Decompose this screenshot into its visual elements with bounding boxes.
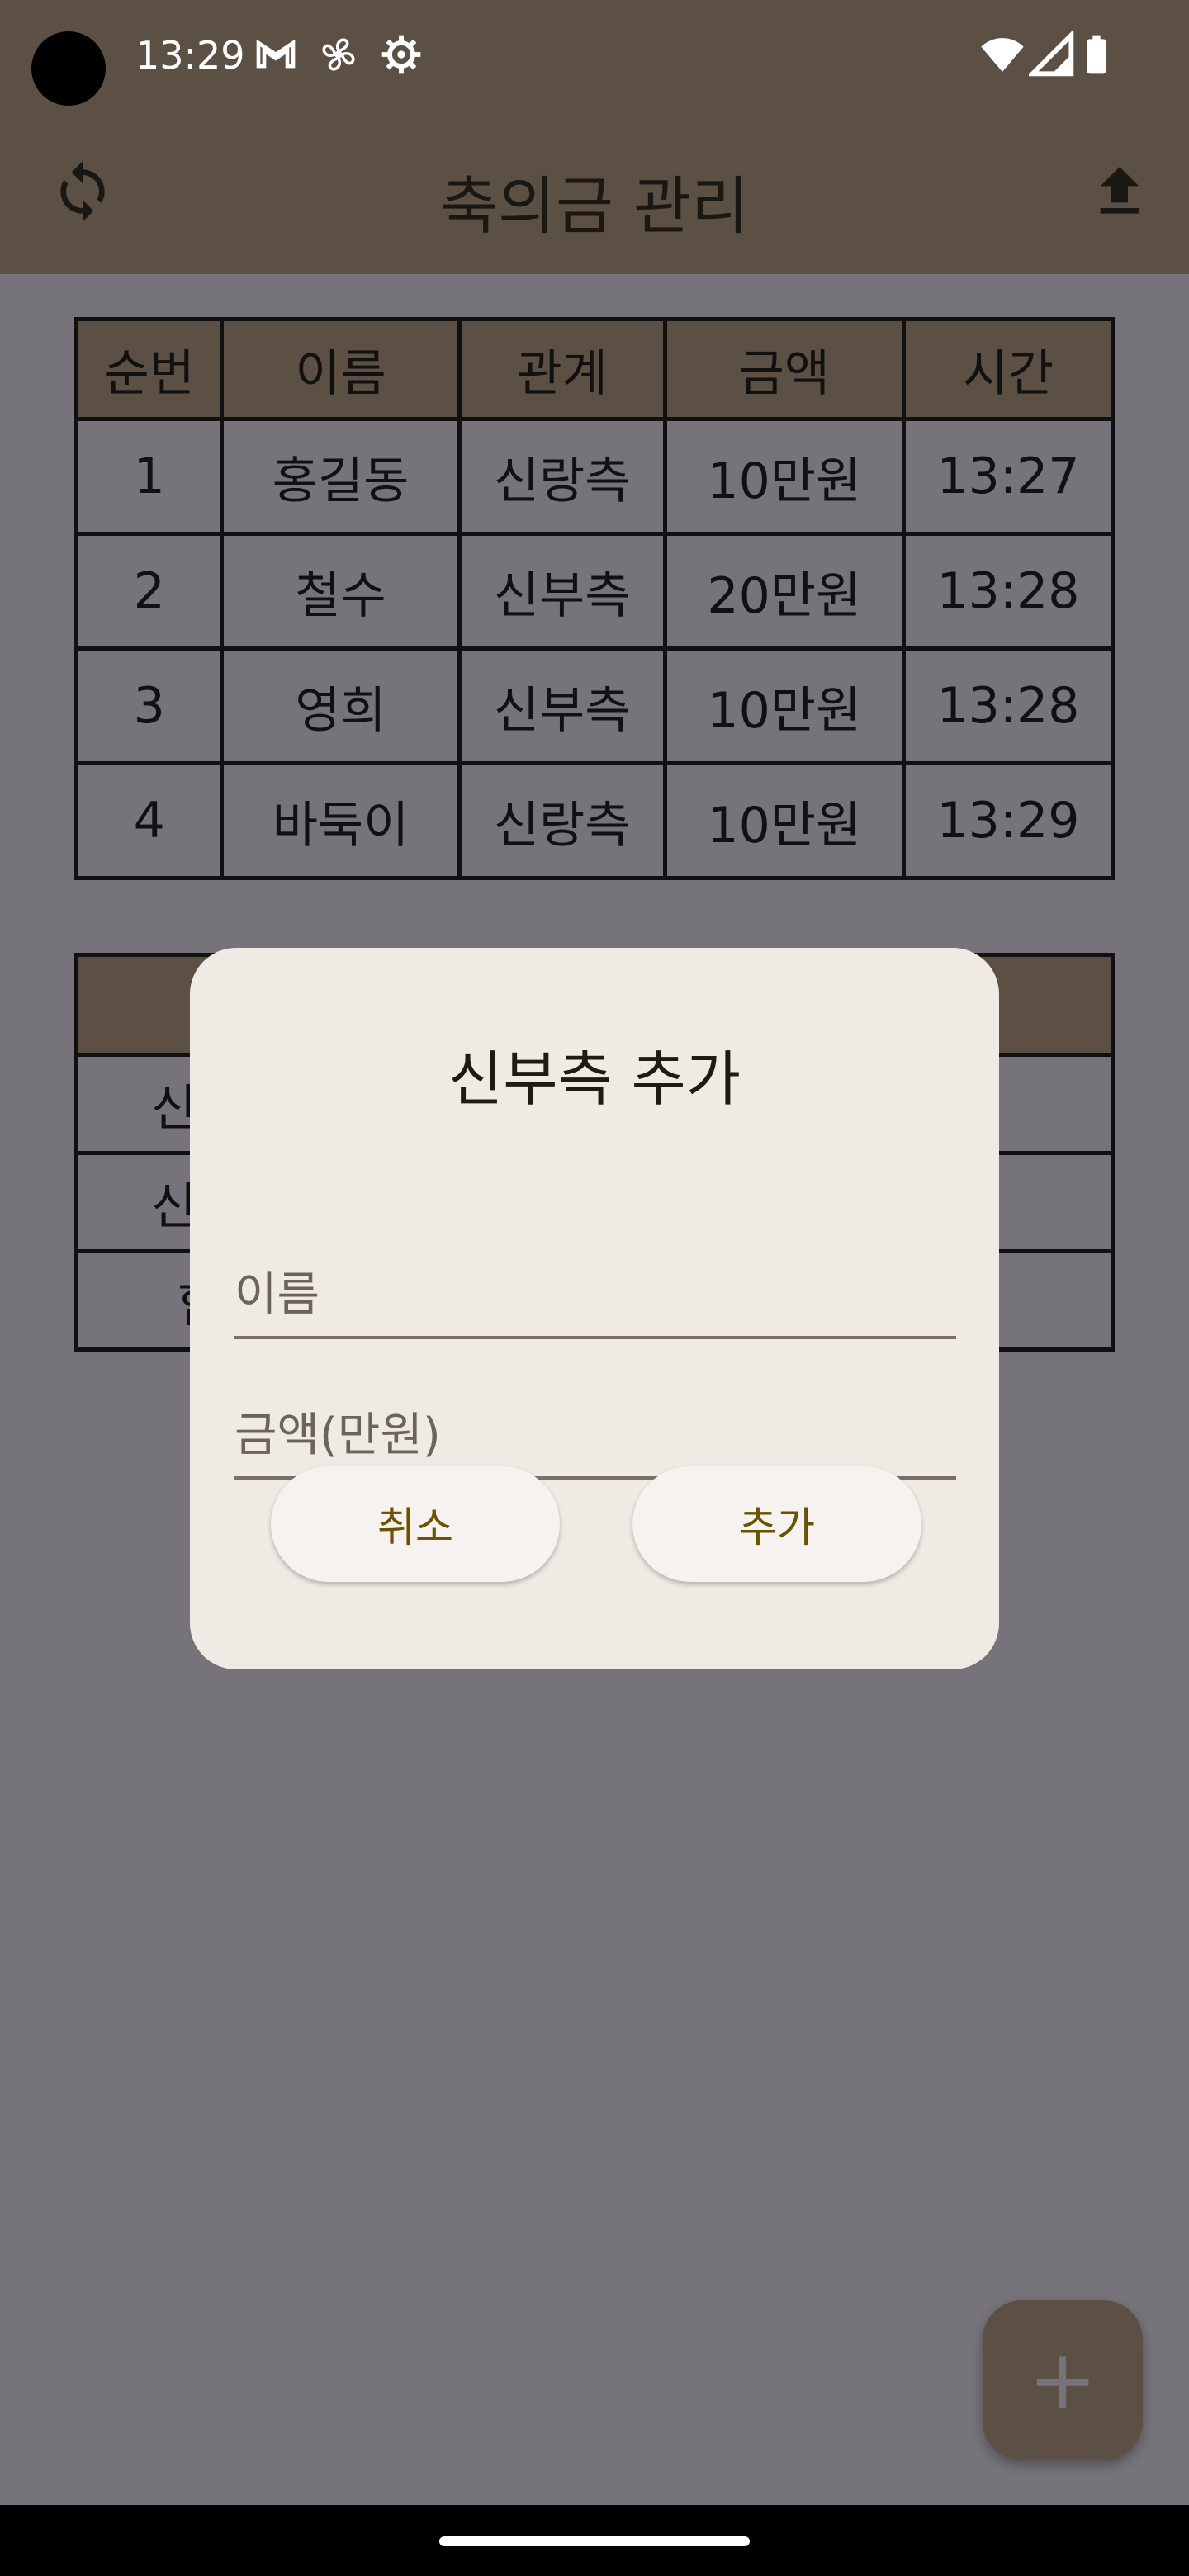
cell-relation: 신부측 [457, 646, 667, 765]
cell-amount: 10만원 [662, 646, 906, 765]
table-row[interactable]: 1 홍길동 신랑측 10만원 13:27 [73, 417, 1116, 536]
status-bar: 13:29 [0, 0, 1189, 116]
gmail-icon [256, 39, 296, 69]
table-row[interactable]: 3 영희 신부측 10만원 13:28 [73, 646, 1116, 765]
cell-number: 2 [73, 532, 225, 651]
status-time: 13:29 [135, 33, 245, 78]
settings-icon [381, 35, 421, 74]
cell-number: 3 [73, 646, 225, 765]
cell-time: 13:28 [901, 532, 1116, 651]
cell-name: 홍길동 [220, 417, 462, 536]
name-field [234, 1253, 956, 1339]
header-cell-relation: 관계 [457, 317, 667, 421]
cell-relation: 신랑측 [457, 761, 667, 880]
home-handle[interactable] [439, 2536, 750, 2546]
table-header-row: 순번 이름 관계 금액 시간 [73, 317, 1116, 421]
app-bar: 축의금 관리 [0, 116, 1189, 274]
cell-amount: 10만원 [662, 761, 906, 880]
cell-amount: 20만원 [662, 532, 906, 651]
table-row[interactable]: 2 철수 신부측 20만원 13:28 [73, 532, 1116, 651]
battery-icon [1087, 35, 1106, 74]
amount-input[interactable] [234, 1394, 956, 1476]
add-button[interactable]: 추가 [632, 1466, 921, 1582]
cell-amount: 10만원 [662, 417, 906, 536]
cell-time: 13:27 [901, 417, 1116, 536]
header-cell-name: 이름 [220, 317, 462, 421]
cancel-button[interactable]: 취소 [271, 1466, 560, 1582]
table-row[interactable]: 4 바둑이 신랑측 10만원 13:29 [73, 761, 1116, 880]
name-input[interactable] [234, 1253, 956, 1336]
header-cell-time: 시간 [901, 317, 1116, 421]
cell-relation: 신부측 [457, 532, 667, 651]
upload-icon[interactable] [1087, 159, 1153, 225]
cell-time: 13:29 [901, 761, 1116, 880]
add-bride-side-dialog: 신부측 추가 취소 추가 [190, 948, 999, 1669]
header-cell-amount: 금액 [662, 317, 906, 421]
fan-icon [322, 38, 355, 71]
cell-number: 1 [73, 417, 225, 536]
cell-name: 영희 [220, 646, 462, 765]
navigation-bar [0, 2505, 1189, 2576]
wifi-icon [981, 38, 1024, 72]
guest-table: 순번 이름 관계 금액 시간 1 홍길동 신랑측 10만원 13:27 2 철수… [73, 317, 1116, 880]
camera-cutout [31, 31, 106, 106]
cell-name: 철수 [220, 532, 462, 651]
cell-relation: 신랑측 [457, 417, 667, 536]
header-cell-number: 순번 [73, 317, 225, 421]
add-fab-button[interactable]: + [983, 2300, 1143, 2460]
add-icon: + [1028, 2332, 1097, 2428]
cellular-icon [1029, 31, 1074, 77]
dialog-title: 신부측 추가 [448, 1044, 741, 1114]
cell-time: 13:28 [901, 646, 1116, 765]
page-title: 축의금 관리 [440, 169, 749, 243]
cell-name: 바둑이 [220, 761, 462, 880]
cell-number: 4 [73, 761, 225, 880]
